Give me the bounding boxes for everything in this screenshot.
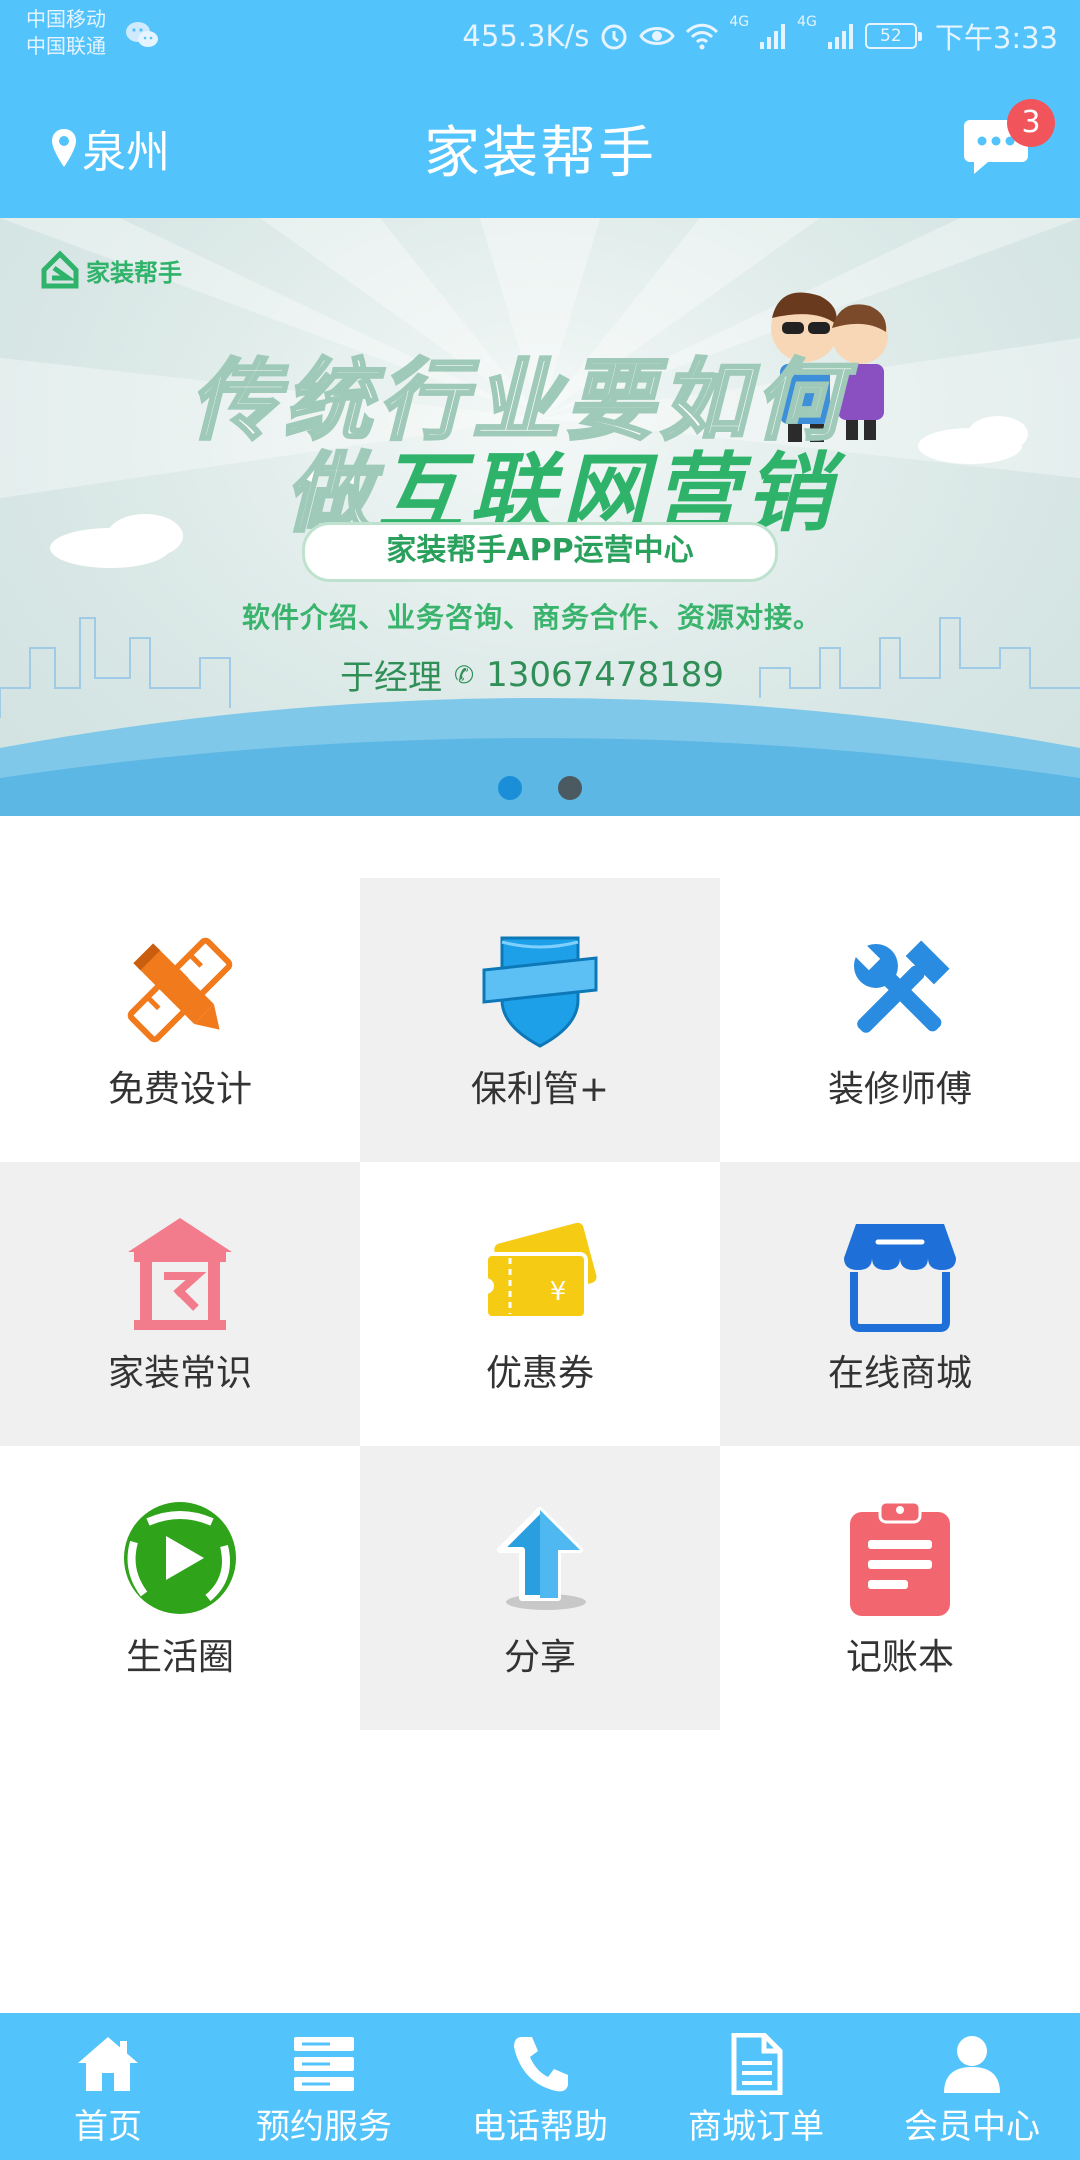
- document-icon: [731, 2033, 783, 2095]
- carrier-1: 中国移动: [26, 7, 106, 31]
- wifi-icon: [686, 23, 719, 50]
- nav-label: 首页: [74, 2107, 142, 2147]
- grid-item-account-book[interactable]: 记账本: [720, 1446, 1080, 1730]
- network-type-2: 4G: [797, 14, 817, 30]
- nav-label: 商城订单: [688, 2107, 824, 2147]
- nav-member-center[interactable]: 会员中心: [864, 2013, 1080, 2160]
- page-title: 家装帮手: [424, 121, 656, 186]
- signal-icon-2: [827, 24, 853, 49]
- contact-phone: 13067478189: [486, 654, 725, 695]
- nav-home[interactable]: 首页: [0, 2013, 216, 2160]
- feature-grid: 免费设计 保利管+ 装修师傅 家装常识 ¥ 优惠券 在线商城 生活圈 分享 记账…: [0, 878, 1080, 1730]
- wechat-icon: [126, 22, 158, 47]
- grid-item-coupon[interactable]: ¥ 优惠券: [360, 1162, 720, 1446]
- carousel-indicator: [0, 776, 1080, 800]
- grid-label: 装修师傅: [827, 1069, 972, 1110]
- grid-label: 记账本: [845, 1637, 954, 1678]
- nav-label: 会员中心: [904, 2107, 1040, 2147]
- nav-mall-orders[interactable]: 商城订单: [648, 2013, 864, 2160]
- grid-label: 生活圈: [125, 1637, 234, 1678]
- contact-name: 于经理: [340, 658, 442, 698]
- nav-label: 预约服务: [256, 2107, 392, 2147]
- home-icon: [78, 2037, 138, 2091]
- grid-label: 家装常识: [107, 1353, 252, 1394]
- network-speed: 455.3K/s: [462, 19, 590, 53]
- wrench-hammer-icon: [853, 940, 950, 1033]
- user-icon: [944, 2036, 1000, 2093]
- grid-item-decoration-master[interactable]: 装修师傅: [720, 878, 1080, 1162]
- nav-booking[interactable]: 预约服务: [216, 2013, 432, 2160]
- app-header: 泉州 家装帮手: [0, 72, 1080, 218]
- carousel-dot-1[interactable]: [498, 776, 522, 800]
- clipboard-notes-icon: [850, 1500, 950, 1616]
- house-logo-icon: [41, 250, 79, 289]
- grid-label: 分享: [503, 1637, 576, 1678]
- carrier-2: 中国联通: [26, 34, 106, 58]
- promo-banner[interactable]: 家装帮手 传统行业要如何 做互联网营销 家装帮手APP运营中心 软件介绍、业务咨…: [0, 218, 1080, 816]
- status-indicators: 455.3K/s 4G 4G 52 下午3:33: [462, 12, 1058, 60]
- carousel-dot-2[interactable]: [558, 776, 582, 800]
- nav-phone-help[interactable]: 电话帮助: [432, 2013, 648, 2160]
- status-bar: 中国移动 中国联通 455.3K/s 4G 4G 52 下午3:33: [0, 0, 1080, 72]
- phone-icon: [514, 2037, 568, 2092]
- phone-small-icon: ✆: [454, 660, 475, 689]
- eye-icon: [639, 27, 676, 45]
- signal-icon-1: [760, 24, 786, 49]
- banner-logo: 家装帮手: [40, 250, 182, 290]
- coupon-ticket-icon: ¥: [480, 1222, 597, 1320]
- banner-pill: 家装帮手APP运营中心: [302, 522, 778, 582]
- share-arrow-icon: [497, 1507, 586, 1610]
- message-badge: 3: [1007, 99, 1055, 147]
- banner-services: 软件介绍、业务咨询、商务合作、资源对接。: [242, 601, 823, 634]
- grid-item-free-design[interactable]: 免费设计: [0, 878, 360, 1162]
- grid-item-life-circle[interactable]: 生活圈: [0, 1446, 360, 1730]
- grid-label: 免费设计: [107, 1069, 252, 1110]
- grid-item-online-mall[interactable]: 在线商城: [720, 1162, 1080, 1446]
- banner-contact: 于经理 ✆ 13067478189: [340, 650, 724, 699]
- play-circle-icon: [124, 1502, 236, 1614]
- server-list-icon: [294, 2037, 354, 2091]
- design-ruler-pencil-icon: [127, 937, 233, 1043]
- svg-text:¥: ¥: [550, 1277, 567, 1307]
- bottom-nav: 首页 预约服务 电话帮助 商城订单 会员中心: [0, 2013, 1080, 2160]
- nav-label: 电话帮助: [472, 2107, 608, 2147]
- shield-banner-icon: [482, 936, 598, 1048]
- banner-logo-text: 家装帮手: [86, 258, 182, 287]
- grid-label: 优惠券: [485, 1353, 594, 1394]
- battery-indicator: 52: [864, 23, 922, 49]
- grid-item-baoliguan[interactable]: 保利管+: [360, 878, 720, 1162]
- grid-item-home-knowledge[interactable]: 家装常识: [0, 1162, 360, 1446]
- clock: 下午3:33: [934, 21, 1058, 55]
- carrier-info: 中国移动 中国联通: [26, 6, 106, 60]
- grid-label: 保利管+: [470, 1069, 610, 1110]
- network-type-1: 4G: [729, 14, 750, 30]
- alarm-icon: [601, 24, 627, 50]
- house-knowledge-icon: [128, 1218, 232, 1330]
- grid-label: 在线商城: [827, 1353, 972, 1394]
- storefront-icon: [844, 1224, 956, 1332]
- grid-item-share[interactable]: 分享: [360, 1446, 720, 1730]
